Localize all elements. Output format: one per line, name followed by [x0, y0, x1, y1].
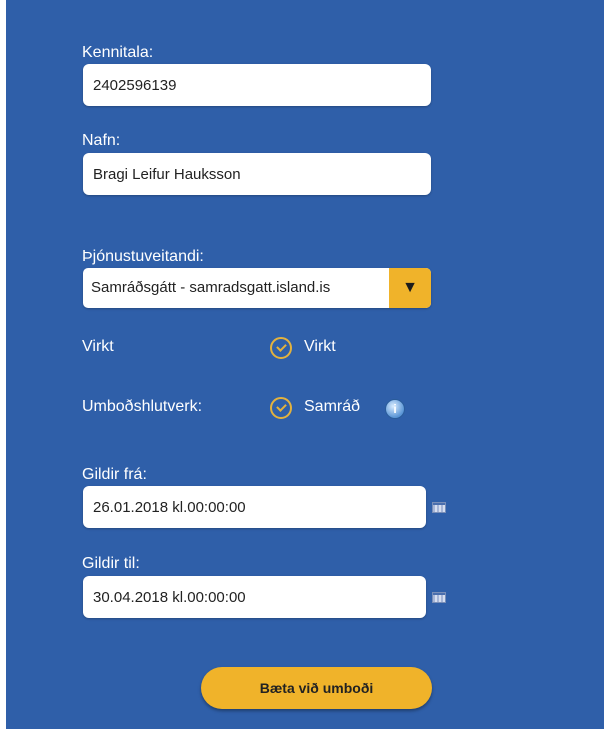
add-umbod-button[interactable]: Bæta við umboði [201, 667, 432, 709]
virkt-check-icon[interactable] [270, 337, 292, 359]
calendar-icon[interactable] [432, 592, 446, 603]
virkt-value-label: Virkt [304, 338, 336, 355]
thjonustuveitandi-select[interactable]: Samráðsgátt - samradsgatt.island.is ▼ [83, 268, 431, 308]
calendar-icon[interactable] [432, 502, 446, 513]
thjonustuveitandi-label: Þjónustuveitandi: [82, 248, 204, 265]
gildir-fra-field[interactable]: 26.01.2018 kl.00:00:00 [83, 486, 426, 528]
info-icon[interactable]: i [385, 399, 405, 419]
gildir-til-label: Gildir til: [82, 555, 140, 572]
samrad-label: Samráð [304, 398, 361, 415]
nafn-label: Nafn: [82, 132, 121, 149]
samrad-check-icon[interactable] [270, 397, 292, 419]
umbodshlutverk-label: Umboðshlutverk: [82, 398, 203, 415]
gildir-til-field[interactable]: 30.04.2018 kl.00:00:00 [83, 576, 426, 618]
nafn-field[interactable]: Bragi Leifur Hauksson [83, 153, 431, 195]
form-panel: Kennitala: 2402596139 Nafn: Bragi Leifur… [6, 0, 604, 729]
thjonustuveitandi-selected: Samráðsgátt - samradsgatt.island.is [91, 279, 331, 296]
dropdown-arrow-button[interactable]: ▼ [389, 268, 431, 308]
gildir-fra-label: Gildir frá: [82, 466, 147, 483]
virkt-label: Virkt [82, 338, 114, 355]
kennitala-field[interactable]: 2402596139 [83, 64, 431, 106]
chevron-down-icon: ▼ [402, 279, 418, 296]
kennitala-label: Kennitala: [82, 44, 154, 61]
